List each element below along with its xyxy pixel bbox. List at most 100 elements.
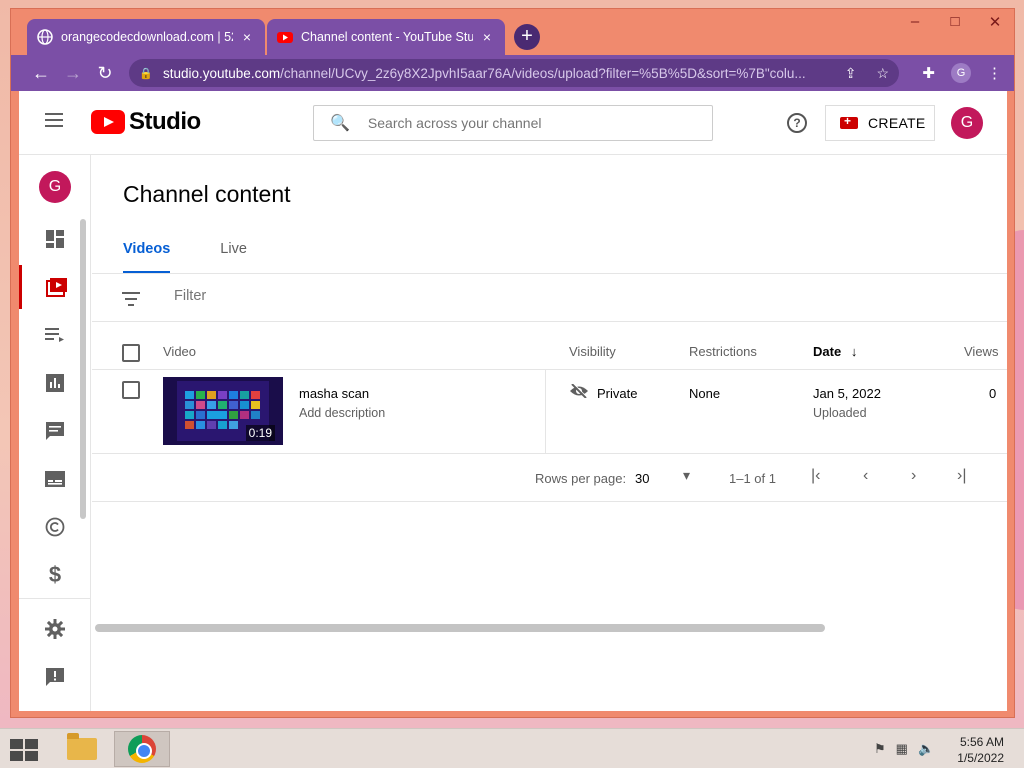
action-center-flag-icon[interactable]: ⚑ (874, 741, 886, 757)
rows-per-page-select[interactable]: 30 (635, 471, 649, 486)
first-page-icon[interactable]: |‹ (811, 467, 820, 485)
account-avatar[interactable]: G (951, 107, 983, 139)
sidebar-item-monetization[interactable]: $ (19, 553, 91, 597)
create-video-icon (840, 114, 858, 129)
last-page-icon[interactable]: ›| (957, 467, 966, 485)
rows-per-page-label: Rows per page: (535, 471, 627, 486)
video-description[interactable]: Add description (299, 406, 385, 420)
column-header-visibility[interactable]: Visibility (569, 344, 616, 359)
windows-start-icon[interactable] (10, 739, 38, 761)
restrictions-value: None (689, 386, 721, 401)
close-tab-icon[interactable]: × (239, 29, 255, 45)
profile-avatar[interactable]: G (951, 63, 971, 83)
extensions-icon[interactable]: ✚ (922, 64, 935, 82)
horizontal-scrollbar[interactable] (95, 624, 825, 632)
date-header-label: Date (813, 344, 842, 359)
tab-orangecodecdownload[interactable]: orangecodecdownload.com | 528 × (27, 19, 265, 55)
omnibox-actions: ⇪ ☆ (845, 65, 889, 82)
column-header-restrictions[interactable]: Restrictions (689, 344, 757, 359)
sidebar: G $ (19, 155, 91, 711)
column-header-video[interactable]: Video (163, 344, 196, 359)
lock-icon[interactable]: 🔒 (139, 67, 153, 80)
next-page-icon[interactable]: › (911, 467, 916, 485)
hamburger-menu-icon[interactable] (45, 113, 63, 131)
dollar-icon: $ (48, 562, 62, 587)
close-window-icon[interactable]: ✕ (986, 13, 1004, 31)
studio-logo[interactable]: Studio (91, 108, 201, 136)
column-header-date[interactable]: Date ↓ (813, 344, 857, 359)
help-icon[interactable]: ? (787, 113, 807, 133)
taskbar: ⚑ ▦ 🔈 5:56 AM 1/5/2022 (0, 728, 1024, 768)
chrome-taskbar-button[interactable] (114, 731, 170, 767)
row-divider (92, 453, 1007, 454)
chrome-icon (128, 735, 156, 763)
content-icon (45, 278, 67, 297)
taskbar-clock[interactable]: 5:56 AM 1/5/2022 (957, 734, 1004, 766)
share-icon[interactable]: ⇪ (845, 65, 857, 82)
playlists-icon (45, 328, 64, 342)
video-duration: 0:19 (245, 425, 275, 441)
globe-icon (37, 29, 53, 45)
sidebar-item-settings[interactable] (19, 607, 91, 651)
minimize-icon[interactable]: – (906, 13, 924, 31)
network-icon[interactable]: ▦ (896, 741, 908, 757)
address-bar[interactable]: 🔒 studio.youtube.com /channel/UCvy_2z6y8… (129, 59, 899, 87)
back-icon[interactable]: ← (25, 63, 57, 84)
window-controls: – □ ✕ (906, 13, 1004, 31)
video-title[interactable]: masha scan (299, 386, 369, 401)
file-explorer-taskbar-button[interactable] (54, 731, 110, 767)
visibility-status[interactable]: Private (597, 386, 637, 401)
previous-page-icon[interactable]: ‹ (863, 467, 868, 485)
filter-input[interactable] (174, 288, 474, 304)
select-all-checkbox[interactable] (122, 344, 140, 362)
search-input[interactable] (367, 115, 688, 131)
copyright-icon (45, 517, 65, 537)
sort-down-arrow-icon: ↓ (850, 344, 858, 359)
sidebar-item-feedback[interactable] (19, 655, 91, 699)
tab-channel-content[interactable]: Channel content - YouTube Studio × (267, 19, 505, 55)
close-tab-icon[interactable]: × (479, 29, 495, 45)
dashboard-icon (46, 230, 64, 248)
eye-off-icon (570, 384, 588, 398)
toolbar-actions: ✚ G ⋮ (922, 63, 1002, 83)
studio-header: Studio 🔍 ? CREATE G (19, 91, 1007, 155)
maximize-icon[interactable]: □ (946, 13, 964, 31)
pagination-range: 1–1 of 1 (729, 471, 776, 486)
create-label: CREATE (868, 115, 926, 131)
dropdown-caret-icon[interactable]: ▾ (683, 467, 690, 484)
filter-divider (92, 321, 1007, 322)
create-button[interactable]: CREATE (825, 105, 935, 141)
content-tabs: Videos Live (123, 241, 247, 274)
browser-toolbar: ← → ↻ 🔒 studio.youtube.com /channel/UCvy… (11, 55, 1014, 91)
clock-time: 5:56 AM (959, 735, 1004, 749)
column-header-views[interactable]: Views (964, 344, 998, 359)
url-host: studio.youtube.com (163, 65, 281, 81)
youtube-icon (277, 32, 293, 43)
header-divider (92, 369, 1007, 370)
forward-icon[interactable]: → (57, 63, 89, 84)
settings-gear-icon (45, 619, 65, 639)
system-tray: ⚑ ▦ 🔈 (874, 741, 934, 757)
volume-muted-icon[interactable]: 🔈 (918, 741, 934, 757)
comments-icon (46, 422, 64, 440)
clock-date: 1/5/2022 (957, 751, 1004, 765)
tab-live[interactable]: Live (220, 241, 247, 274)
bookmark-star-icon[interactable]: ☆ (876, 65, 889, 82)
pagination-divider (92, 501, 1007, 502)
tab-videos[interactable]: Videos (123, 241, 171, 274)
row-checkbox[interactable] (122, 381, 140, 399)
sidebar-divider (19, 598, 91, 599)
video-thumbnail[interactable]: 0:19 (163, 377, 283, 445)
folder-icon (67, 733, 97, 760)
youtube-logo-icon (91, 110, 125, 134)
row-column-divider (545, 369, 546, 453)
filter-icon[interactable] (122, 292, 140, 310)
sidebar-scrollbar[interactable] (80, 219, 86, 519)
search-box[interactable]: 🔍 (313, 105, 713, 141)
logo-text: Studio (129, 108, 201, 135)
new-tab-button[interactable]: + (514, 24, 540, 50)
tab-title: Channel content - YouTube Studio (301, 30, 473, 44)
menu-kebab-icon[interactable]: ⋮ (987, 64, 1002, 82)
channel-avatar[interactable]: G (39, 171, 71, 203)
reload-icon[interactable]: ↻ (89, 63, 121, 84)
